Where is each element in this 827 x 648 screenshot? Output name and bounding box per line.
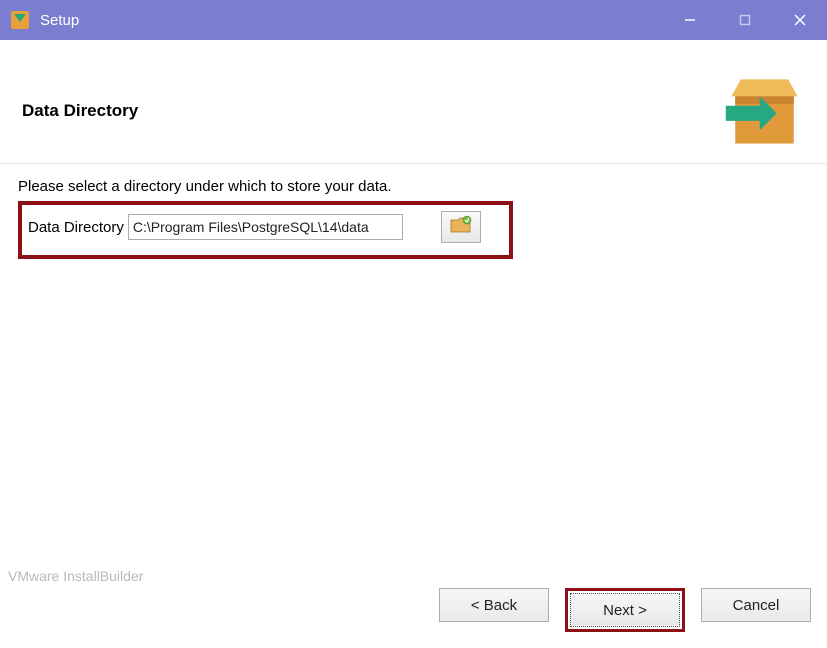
wizard-buttons: < Back Next > Cancel — [439, 588, 811, 632]
back-button[interactable]: < Back — [439, 588, 549, 622]
data-directory-input[interactable] — [128, 214, 403, 240]
window-controls — [662, 0, 827, 40]
installer-box-icon — [722, 68, 807, 153]
data-directory-row: Data Directory — [18, 201, 513, 259]
browse-button[interactable] — [441, 211, 481, 243]
titlebar: Setup — [0, 0, 827, 40]
window-title: Setup — [40, 12, 662, 29]
cancel-button[interactable]: Cancel — [701, 588, 811, 622]
close-button[interactable] — [772, 0, 827, 40]
data-directory-label: Data Directory — [28, 219, 124, 236]
next-button[interactable]: Next > — [570, 593, 680, 627]
page-title: Data Directory — [22, 101, 722, 121]
folder-icon — [450, 215, 472, 240]
header: Data Directory — [0, 40, 827, 163]
content: Data Directory Please select a directory… — [0, 40, 827, 648]
minimize-button[interactable] — [662, 0, 717, 40]
app-icon — [8, 8, 32, 32]
next-button-highlight: Next > — [565, 588, 685, 632]
instruction-text: Please select a directory under which to… — [18, 178, 817, 195]
body: Please select a directory under which to… — [0, 163, 827, 648]
maximize-button[interactable] — [717, 0, 772, 40]
builder-credit: VMware InstallBuilder — [8, 568, 143, 584]
